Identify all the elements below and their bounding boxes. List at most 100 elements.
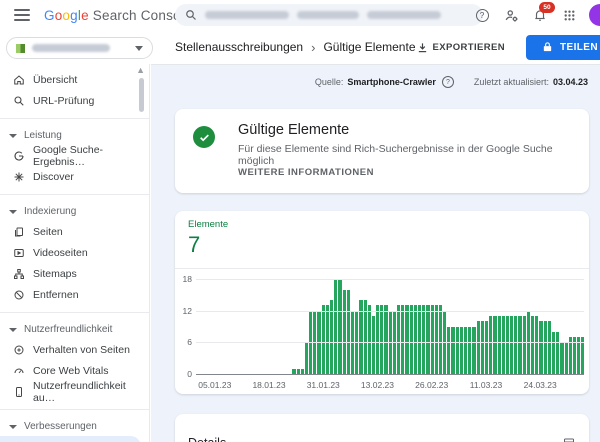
y-axis-tick-label: 18 (183, 274, 192, 284)
chart-bar (380, 305, 383, 374)
help-button[interactable]: ? (473, 6, 491, 24)
chart-bar (464, 327, 467, 375)
search-icon (185, 9, 197, 21)
user-settings-button[interactable] (502, 6, 520, 24)
sidebar-scrollbar[interactable] (139, 78, 144, 112)
source-value: Smartphone-Crawler (347, 77, 436, 87)
collapse-caret-icon (9, 210, 17, 214)
chart-bar (384, 305, 387, 374)
sidebar-section-verbesserungen[interactable]: Verbesserungen (0, 417, 149, 436)
download-icon (417, 42, 428, 53)
apps-grid-button[interactable] (560, 6, 578, 24)
sidebar-item-verhalten-von-seiten[interactable]: Verhalten von Seiten (0, 339, 149, 360)
sidebar-item-url-pruefung[interactable]: URL-Prüfung (0, 90, 149, 111)
share-button[interactable]: TEILEN (526, 35, 600, 60)
block-icon (13, 289, 25, 301)
sidebar-item-seiten[interactable]: Seiten (0, 221, 149, 242)
source-info-icon[interactable]: ? (442, 76, 454, 88)
chart-bar (376, 305, 379, 374)
collapse-caret-icon (9, 328, 17, 332)
updated-value: 03.04.23 (553, 77, 588, 87)
sidebar-divider (0, 118, 149, 119)
chart-bar (489, 316, 492, 374)
sidebar-scroll-up-icon[interactable]: ▲ (136, 66, 145, 75)
chart-bar (368, 305, 371, 374)
magnifier-icon (13, 95, 25, 107)
sidebar-item-google-suche-ergebnisse[interactable]: Google Suche-Ergebnis… (0, 145, 149, 166)
sub-header: Stellenausschreibungen › Gültige Element… (0, 30, 600, 64)
search-console-app: Google Search Console ? 50 (0, 0, 600, 442)
x-axis-tick-label: 26.02.23 (415, 380, 448, 390)
app-bar: Google Search Console ? 50 (0, 0, 600, 30)
sidebar-item-videoseiten[interactable]: Videoseiten (0, 242, 149, 263)
y-axis-tick-label: 12 (183, 306, 192, 316)
chart-bar (401, 305, 404, 374)
sidebar-item-entfernen[interactable]: Entfernen (0, 284, 149, 305)
house-icon (13, 74, 25, 86)
asterisk-icon (13, 171, 25, 183)
smartphone-icon (13, 386, 25, 398)
x-axis-tick-label: 13.02.23 (361, 380, 394, 390)
sidebar-item-nutzerfreundlichkeit-mobil[interactable]: Nutzerfreundlichkeit au… (0, 381, 149, 402)
sidebar-item-sitemaps[interactable]: Sitemaps (0, 263, 149, 284)
chart-bars (196, 279, 584, 374)
metric-toggle[interactable]: Elemente 7 (188, 219, 228, 258)
sidebar-item-stellenausschreibungen[interactable]: Stellenausschreibungen (0, 436, 141, 442)
apps-grid-icon (563, 9, 576, 22)
status-card-title: Gültige Elemente (238, 122, 349, 138)
chart-bar (548, 321, 551, 374)
sidebar-nav: Übersicht URL-Prüfung Leistung Google Su… (0, 64, 150, 442)
chart-plot[interactable] (196, 279, 584, 375)
chart-bar (460, 327, 463, 375)
search-input[interactable] (175, 4, 483, 26)
chart-bar (297, 369, 300, 374)
report-meta: Quelle: Smartphone-Crawler ? Zuletzt akt… (315, 76, 588, 88)
y-axis-tick-label: 0 (187, 369, 192, 379)
chart-gridline (196, 279, 584, 280)
items-chart-card: Elemente 7 181260 05.01.2318.01.2331.01.… (175, 211, 589, 394)
chart-bar (506, 316, 509, 374)
redacted-search-query (297, 11, 359, 19)
chart-bar (498, 316, 501, 374)
header-actions: EXPORTIEREN TEILEN (411, 30, 600, 64)
learn-more-link[interactable]: WEITERE INFORMATIONEN (238, 167, 374, 178)
sidebar-item-uebersicht[interactable]: Übersicht (0, 69, 149, 90)
chart-gridline (196, 342, 584, 343)
breadcrumb-parent[interactable]: Stellenausschreibungen (175, 40, 303, 54)
chart-bar (405, 305, 408, 374)
google-g-icon (13, 150, 25, 162)
sidebar-item-core-web-vitals[interactable]: Core Web Vitals (0, 360, 149, 381)
table-actions-icon[interactable] (563, 437, 575, 442)
property-favicon (16, 44, 25, 53)
sidebar-section-leistung[interactable]: Leistung (0, 126, 149, 145)
chart-bar (435, 305, 438, 374)
chart-bar (456, 327, 459, 375)
redacted-search-query (367, 11, 441, 19)
chart-bar (510, 316, 513, 374)
caret-down-icon (135, 46, 143, 51)
chart-bar (347, 290, 350, 374)
chart-bar (447, 327, 450, 375)
help-icon: ? (476, 9, 489, 22)
export-button[interactable]: EXPORTIEREN (411, 41, 512, 54)
notifications-button[interactable]: 50 (531, 6, 549, 24)
x-axis-tick-label: 18.01.23 (252, 380, 285, 390)
chart-bar (292, 369, 295, 374)
chart-bar (372, 316, 375, 374)
updated-label: Zuletzt aktualisiert: (474, 77, 549, 87)
account-avatar[interactable] (589, 4, 600, 26)
chart-bar (305, 342, 308, 374)
app-logo: Google Search Console (44, 8, 192, 23)
chart-bar (410, 305, 413, 374)
sidebar-section-nutzerfreundlichkeit[interactable]: Nutzerfreundlichkeit (0, 320, 149, 339)
chart-bar (334, 279, 337, 374)
sidebar-item-discover[interactable]: Discover (0, 166, 149, 187)
chart-bar (539, 321, 542, 374)
menu-icon[interactable] (14, 9, 30, 21)
x-axis-tick-label: 11.03.23 (470, 380, 502, 390)
property-selector[interactable] (6, 37, 153, 59)
breadcrumb-separator-icon: › (311, 40, 315, 55)
sidebar-section-indexierung[interactable]: Indexierung (0, 202, 149, 221)
plus-circle-icon (13, 344, 25, 356)
logo-google: Google (44, 8, 89, 23)
